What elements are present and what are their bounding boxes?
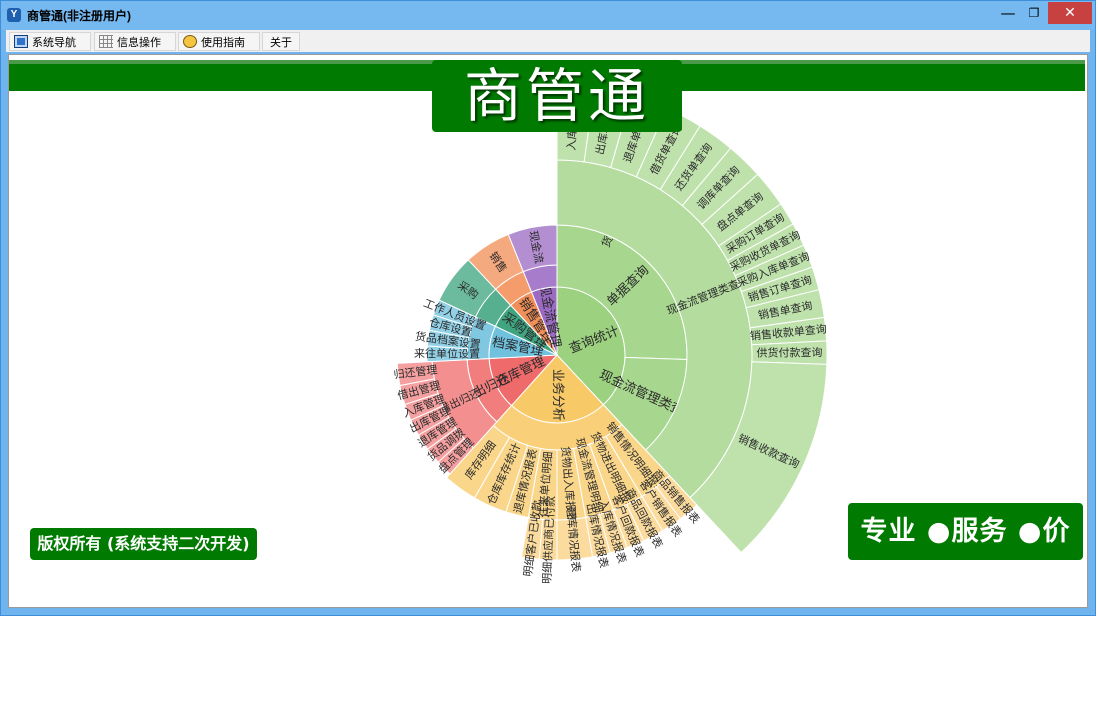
- copyright-badge: 版权所有 (系统支持二次开发): [30, 528, 257, 560]
- sunburst-function-label: 供货付款查询: [756, 345, 822, 360]
- logo-banner: 商管通: [432, 60, 682, 132]
- logo-text: 商管通: [463, 62, 650, 130]
- sunburst-category-label: 业务分析: [550, 369, 566, 421]
- slogan-badge: 专业 ●服务 ●价值: [848, 503, 1083, 604]
